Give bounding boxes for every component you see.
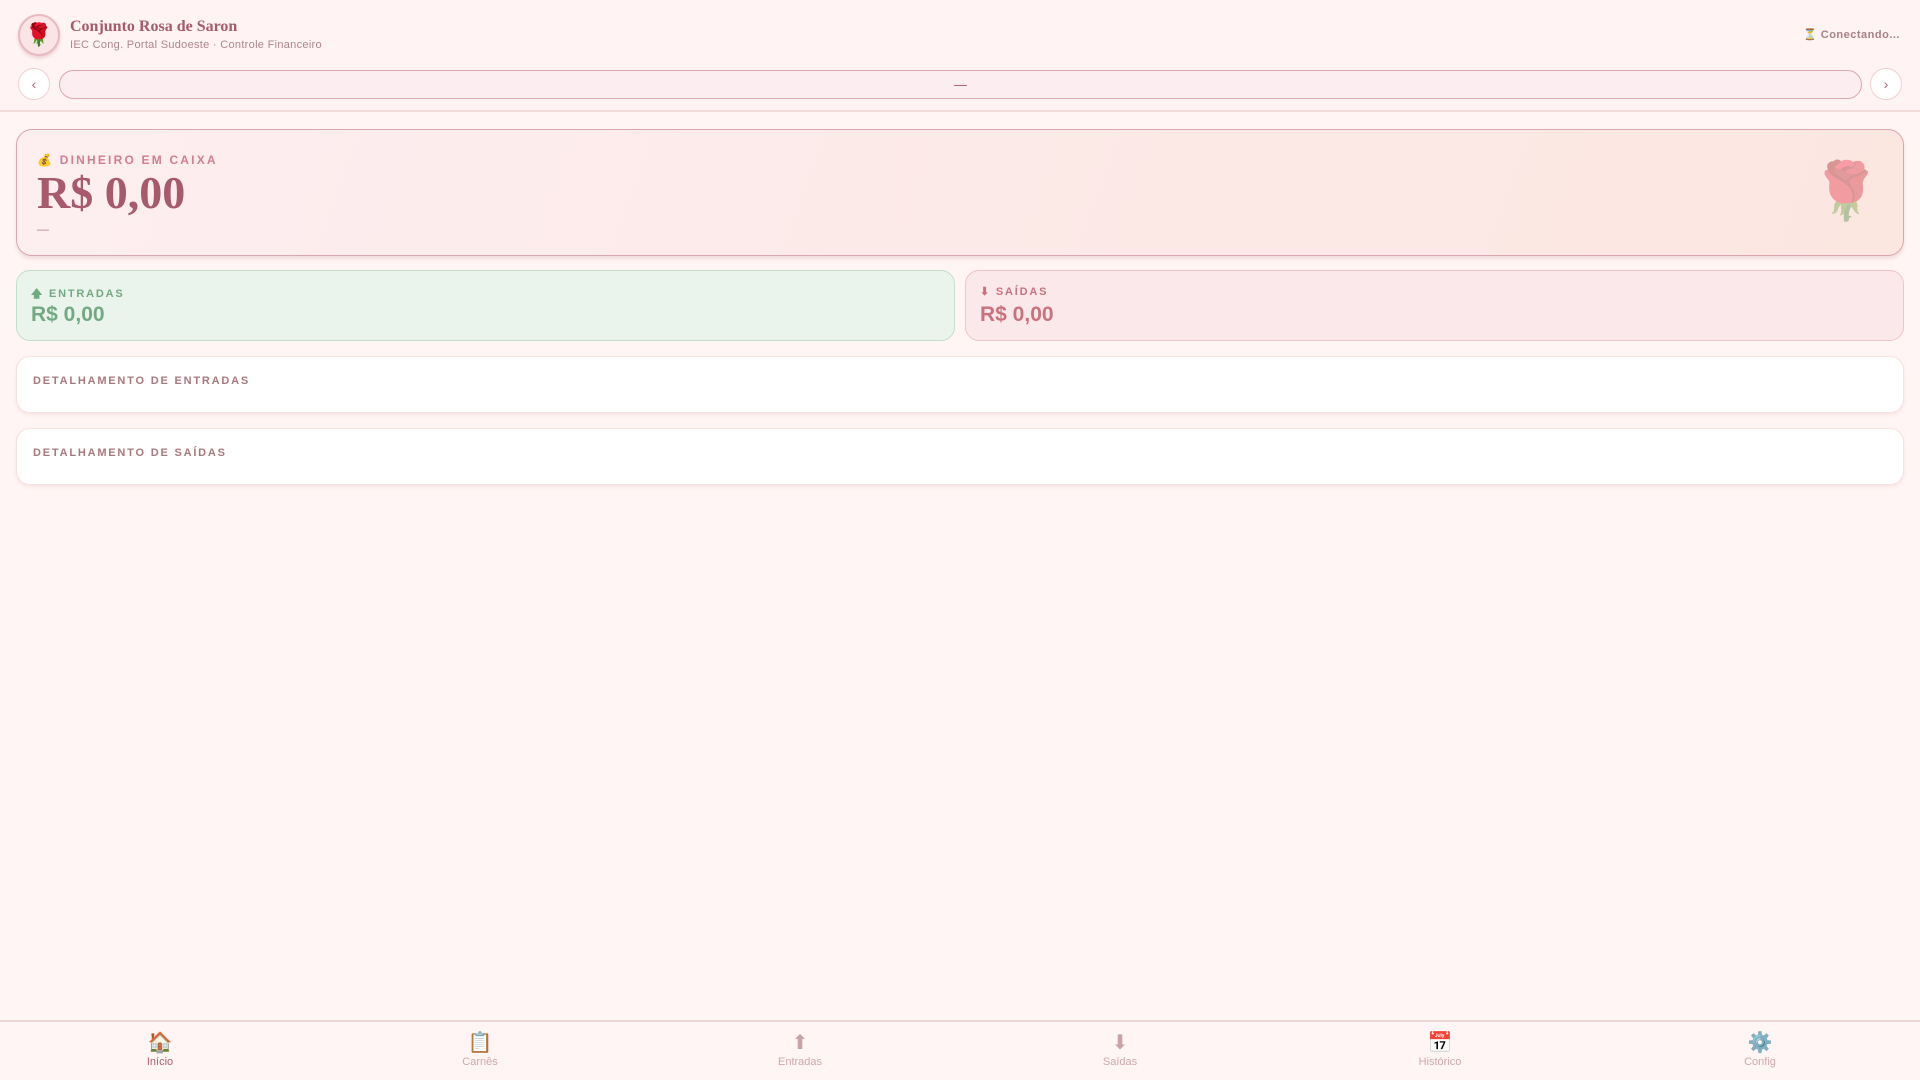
period-selector[interactable]: — — [59, 70, 1862, 99]
prev-period-button[interactable]: ‹ — [18, 68, 50, 100]
status-text: Conectando... — [1820, 29, 1900, 41]
saidas-label: ⬇ SAÍDAS — [980, 285, 1048, 298]
nav-saidas[interactable]: ⬇ Saídas — [960, 1022, 1280, 1080]
saidas-card: ⬇ SAÍDAS R$ 0,00 — [965, 270, 1904, 341]
arrow-up-icon: ⬆ — [791, 1032, 809, 1054]
saidas-detail-panel: DETALHAMENTO DE SAÍDAS — [16, 428, 1904, 485]
balance-subtext: — — [37, 222, 49, 236]
nav-label: Início — [146, 1056, 174, 1068]
balance-amount: R$ 0,00 — [37, 167, 186, 218]
money-bag-icon: 💰 — [37, 153, 55, 167]
arrow-up-icon: 🡅 — [31, 288, 45, 300]
rose-logo-icon: 🌹 — [18, 14, 60, 56]
saidas-amount: R$ 0,00 — [980, 303, 1054, 326]
arrow-down-icon: ⬇ — [980, 286, 992, 298]
calendar-icon: 📅 — [1427, 1032, 1453, 1054]
nav-label: Histórico — [1418, 1056, 1462, 1068]
hourglass-icon: ⏳ — [1803, 29, 1818, 41]
entradas-detail-panel: DETALHAMENTO DE ENTRADAS — [16, 356, 1904, 413]
nav-inicio[interactable]: 🏠 Início — [0, 1022, 320, 1080]
entradas-label-text: ENTRADAS — [48, 288, 125, 300]
rose-watermark-icon: 🌹 — [1811, 159, 1881, 222]
entradas-detail-title: DETALHAMENTO DE ENTRADAS — [33, 375, 250, 387]
nav-label: Config — [1744, 1056, 1776, 1068]
connection-status: ⏳ Conectando... — [1803, 28, 1900, 41]
entradas-card: 🡅 ENTRADAS R$ 0,00 — [16, 270, 955, 341]
nav-config[interactable]: ⚙️ Config — [1600, 1022, 1920, 1080]
bottom-nav: 🏠 Início 📋 Carnês ⬆ Entradas ⬇ Saídas 📅 Histó… — [0, 1020, 1920, 1080]
nav-carnes[interactable]: 📋 Carnês — [320, 1022, 640, 1080]
nav-label: Carnês — [462, 1056, 498, 1068]
entradas-label: 🡅 ENTRADAS — [31, 285, 124, 304]
entradas-amount: R$ 0,00 — [31, 303, 105, 326]
balance-label: 💰 DINHEIRO EM CAIXA — [37, 153, 218, 167]
nav-entradas[interactable]: ⬆ Entradas — [640, 1022, 960, 1080]
app-header: 🌹 Conjunto Rosa de Saron IEC Cong. Porta… — [0, 0, 1920, 112]
nav-label: Entradas — [777, 1056, 823, 1068]
saidas-label-text: SAÍDAS — [995, 286, 1049, 298]
nav-historico[interactable]: 📅 Histórico — [1280, 1022, 1600, 1080]
arrow-down-icon: ⬇ — [1111, 1032, 1129, 1054]
balance-card: 💰 DINHEIRO EM CAIXA R$ 0,00 — 🌹 — [16, 129, 1904, 256]
app-title: Conjunto Rosa de Saron — [70, 18, 238, 35]
nav-label: Saídas — [1102, 1056, 1138, 1068]
app-subtitle: IEC Cong. Portal Sudoeste · Controle Fin… — [70, 39, 322, 51]
next-period-button[interactable]: › — [1870, 68, 1902, 100]
balance-label-text: DINHEIRO EM CAIXA — [59, 153, 218, 167]
gear-icon: ⚙️ — [1747, 1032, 1773, 1054]
saidas-detail-title: DETALHAMENTO DE SAÍDAS — [33, 447, 227, 459]
home-icon: 🏠 — [147, 1032, 173, 1054]
clipboard-icon: 📋 — [467, 1032, 493, 1054]
